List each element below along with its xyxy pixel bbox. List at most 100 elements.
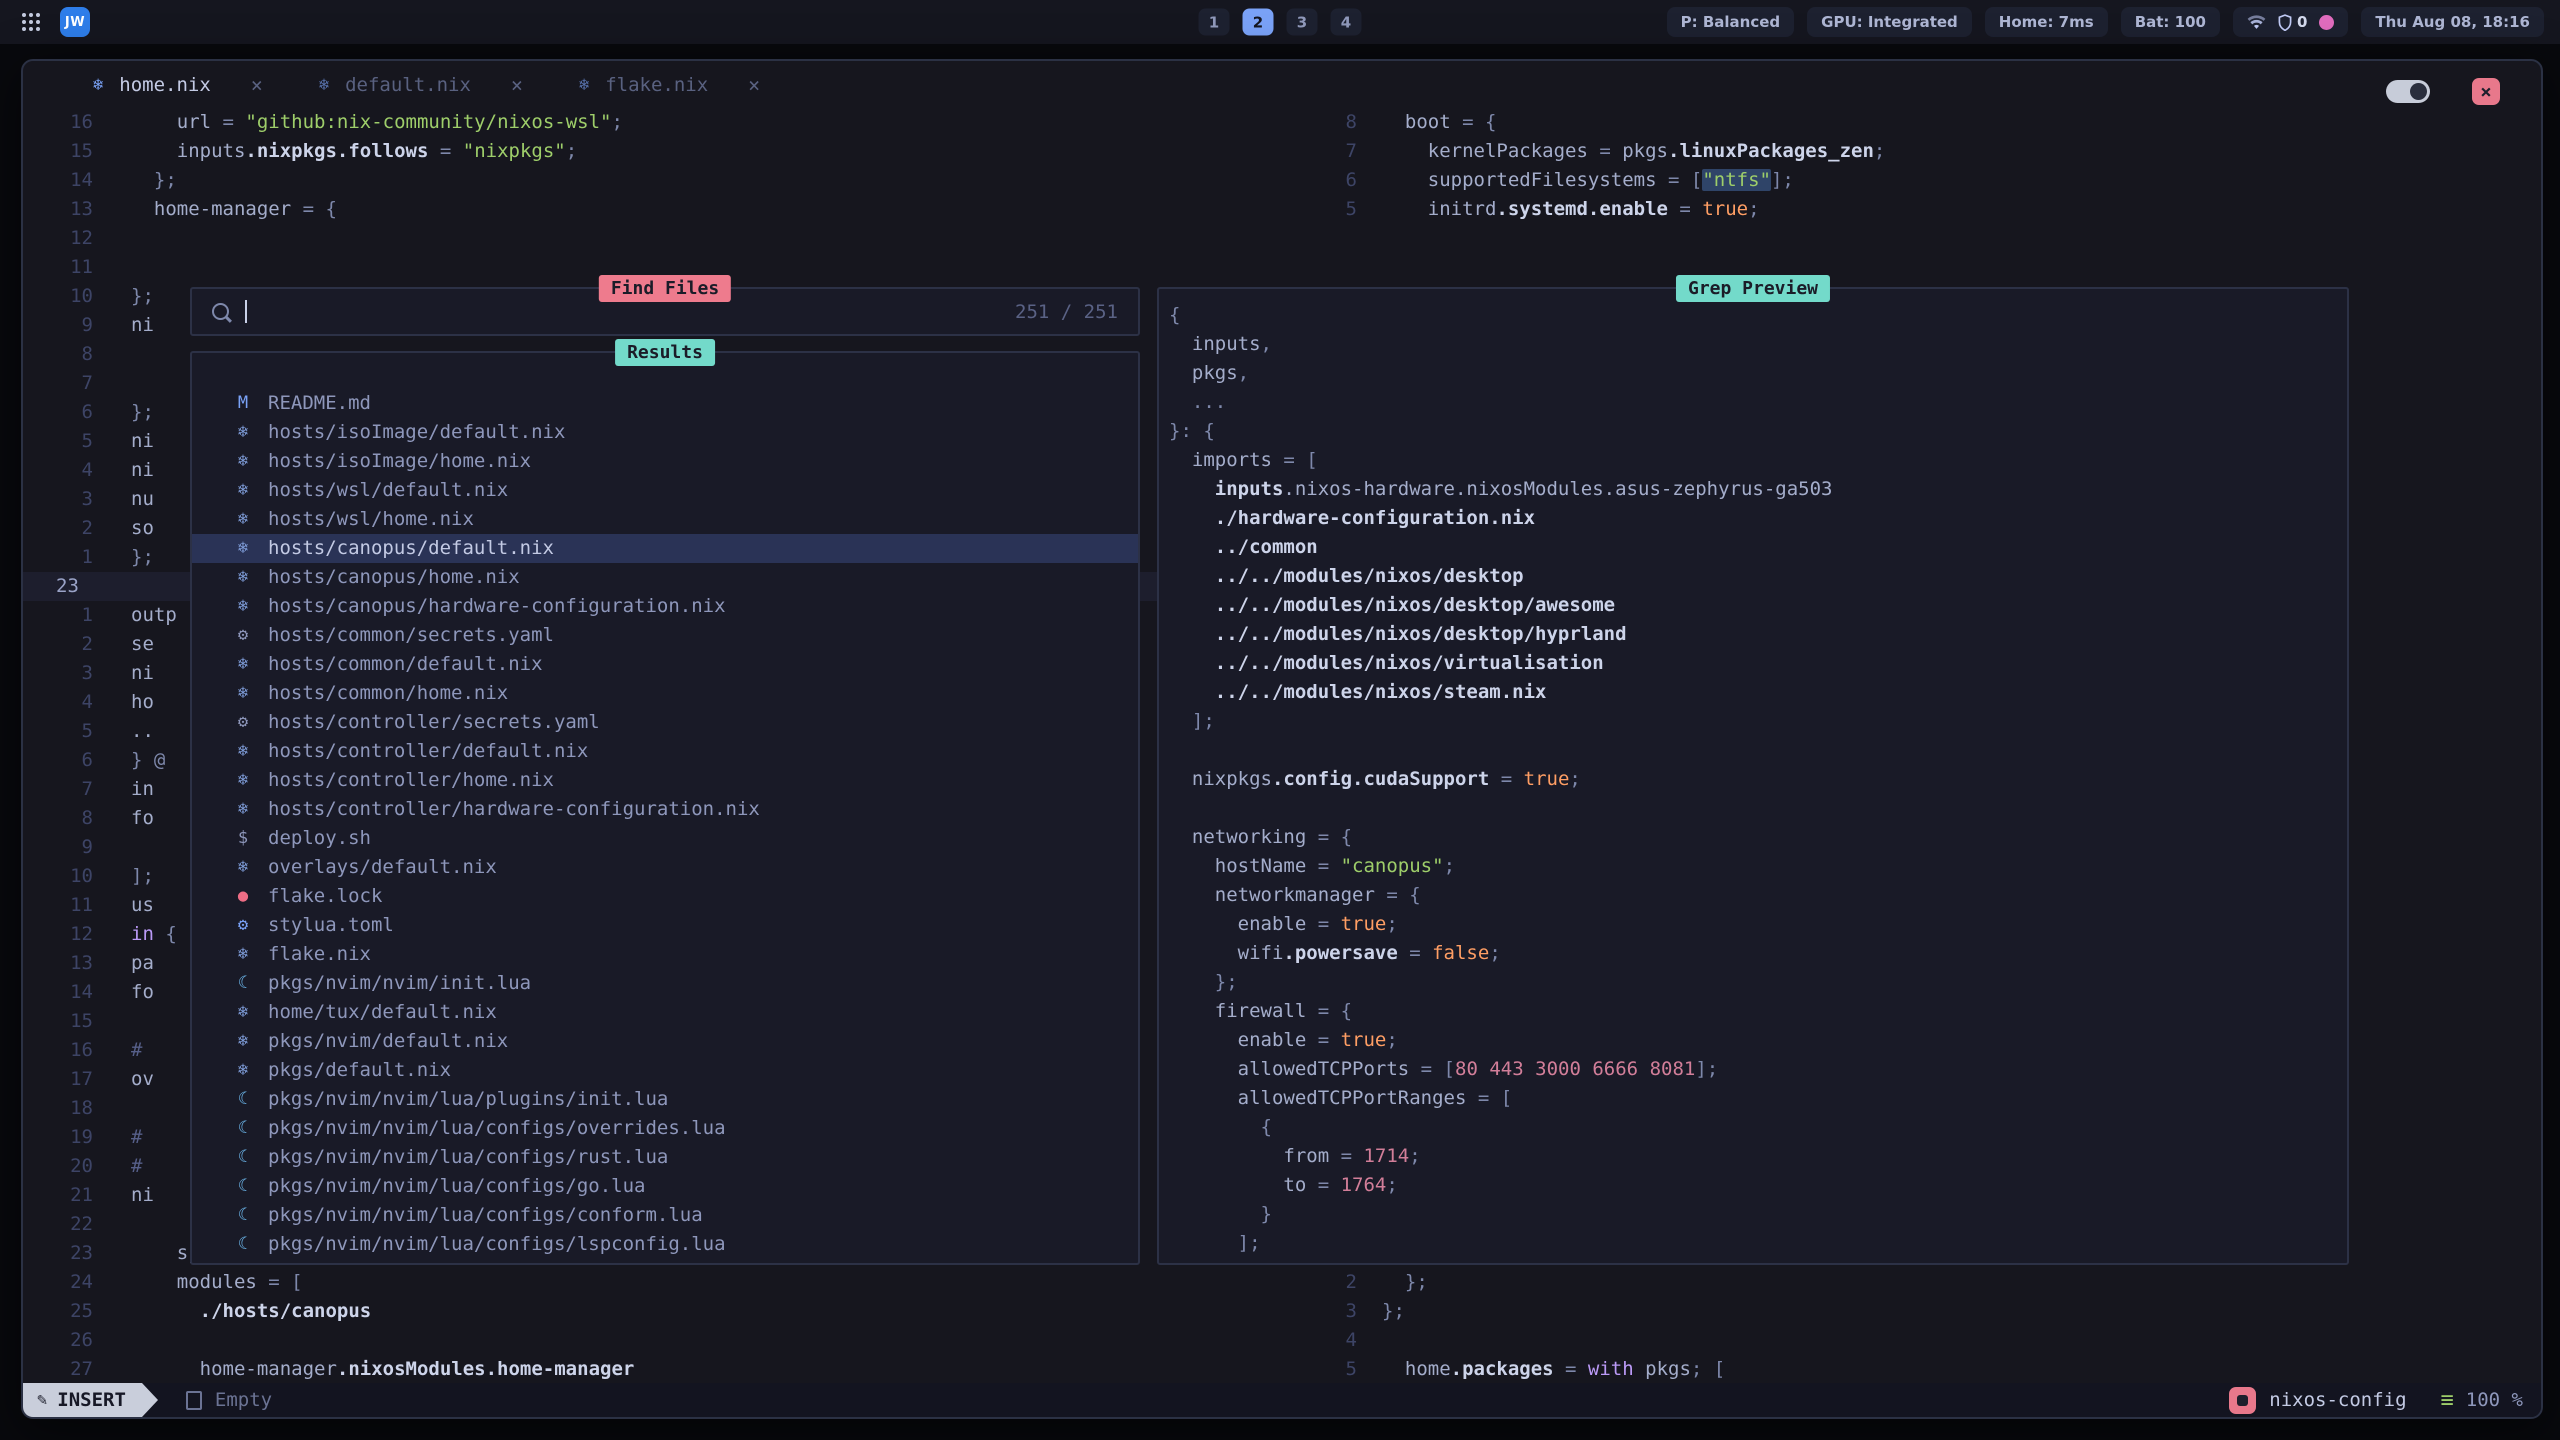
result-item[interactable]: ☾pkgs/nvim/nvim/lua/configs/overrides.lu… [192,1114,1138,1143]
result-item[interactable]: ❄hosts/wsl/default.nix [192,476,1138,505]
find-files-results[interactable]: Results MREADME.md❄hosts/isoImage/defaul… [190,351,1140,1265]
result-item[interactable]: ☾pkgs/nvim/nvim/lua/plugins/init.lua [192,1085,1138,1114]
result-item[interactable]: ☾pkgs/nvim/nvim/lua/configs/go.lua [192,1172,1138,1201]
system-tray[interactable]: 0 [2233,7,2348,37]
result-item[interactable]: ❄hosts/canopus/hardware-configuration.ni… [192,592,1138,621]
result-item[interactable]: ☾pkgs/nvim/nvim/lua/configs/conform.lua [192,1201,1138,1230]
preview-line: networking = { [1169,823,2341,852]
workspace-button-4[interactable]: 4 [1331,9,1362,36]
result-item[interactable]: ❄hosts/wsl/home.nix [192,505,1138,534]
find-files-prompt[interactable]: Find Files 251 / 251 [190,287,1140,336]
code-text: nu [93,485,154,514]
nix-icon: ❄ [93,75,103,95]
line-number: 5 [23,427,93,456]
result-filename: hosts/isoImage/home.nix [268,447,531,476]
preview-line: } [1169,1200,2341,1229]
preview-line: enable = true; [1169,1026,2341,1055]
result-filename: hosts/common/home.nix [268,679,508,708]
tab-close-icon[interactable]: × [511,73,523,97]
find-files-title: Find Files [599,275,731,302]
result-item[interactable]: $deploy.sh [192,824,1138,853]
result-item[interactable]: ●flake.lock [192,882,1138,911]
result-item[interactable]: ❄hosts/controller/home.nix [192,766,1138,795]
bar-module[interactable]: GPU: Integrated [1807,7,1972,37]
result-item[interactable]: ❄hosts/canopus/default.nix [192,534,1138,563]
result-filename: pkgs/nvim/nvim/lua/configs/go.lua [268,1172,646,1201]
nix-icon: ❄ [319,75,329,95]
preview-line: }; [1169,968,2341,997]
bar-module[interactable]: Bat: 100 [2121,7,2220,37]
editor-area[interactable]: 16 url = "github:nix-community/nixos-wsl… [23,108,2541,1383]
result-item[interactable]: ❄pkgs/nvim/default.nix [192,1027,1138,1056]
result-item[interactable]: ⚙hosts/common/secrets.yaml [192,621,1138,650]
nix-file-icon: ❄ [232,563,254,592]
nix-file-icon: ❄ [232,853,254,882]
result-item[interactable]: ❄hosts/controller/hardware-configuration… [192,795,1138,824]
lua-file-icon: ☾ [232,1201,254,1230]
line-number: 5 [23,717,93,746]
tab-default.nix[interactable]: ❄default.nix× [319,73,523,97]
updates-indicator[interactable]: 0 [2278,13,2307,31]
tab-label: home.nix [119,74,211,96]
preview-line: { [1169,301,2341,330]
search-icon [212,303,229,320]
pin-toggle[interactable] [2386,80,2430,103]
wifi-icon[interactable] [2247,15,2266,30]
result-item[interactable]: ☾pkgs/nvim/nvim/init.lua [192,969,1138,998]
bar-module[interactable]: Home: 7ms [1985,7,2108,37]
line-number: 15 [23,137,93,166]
project-name: nixos-config [2269,1389,2406,1411]
result-item[interactable]: ☾pkgs/nvim/nvim/lua/configs/lspconfig.lu… [192,1230,1138,1259]
code-text: so [93,514,154,543]
grep-preview-title: Grep Preview [1676,275,1830,302]
app-launcher-icon[interactable] [22,13,26,17]
tab-flake.nix[interactable]: ❄flake.nix× [579,73,760,97]
result-item[interactable]: ⚙hosts/controller/secrets.yaml [192,708,1138,737]
workspace-button-2[interactable]: 2 [1243,9,1274,36]
tab-home.nix[interactable]: ❄ home.nix × [93,73,263,97]
workspace-button-1[interactable]: 1 [1199,9,1230,36]
indicator-dot-icon[interactable] [2319,15,2334,30]
result-item[interactable]: ❄hosts/isoImage/default.nix [192,418,1138,447]
result-item[interactable]: ❄home/tux/default.nix [192,998,1138,1027]
bar-module[interactable]: P: Balanced [1667,7,1795,37]
result-item[interactable]: ❄ overlays/default.nix [192,853,1138,882]
code-line: 24 modules = [ [23,1268,1165,1297]
workspace-button-3[interactable]: 3 [1287,9,1318,36]
nix-file-icon: ❄ [232,940,254,969]
nix-file-icon: ❄ [232,795,254,824]
project-icon [2229,1387,2256,1414]
preview-line: ../../modules/nixos/desktop/hyprland [1169,620,2341,649]
result-item[interactable]: MREADME.md [192,389,1138,418]
nix-file-icon: ❄ [232,737,254,766]
result-item[interactable]: ❄hosts/controller/default.nix [192,737,1138,766]
result-item[interactable]: ❄flake.nix [192,940,1138,969]
result-item[interactable]: ⚙stylua.toml [192,911,1138,940]
code-text [93,253,131,282]
clock[interactable]: Thu Aug 08, 18:16 [2361,7,2544,37]
line-number: 21 [23,1181,93,1210]
tab-close-icon[interactable]: × [251,73,263,97]
code-text: home-manager = { [93,195,337,224]
code-text: in [93,775,154,804]
result-item[interactable]: ❄hosts/isoImage/home.nix [192,447,1138,476]
result-item[interactable]: ❄hosts/common/home.nix [192,679,1138,708]
window-close-button[interactable]: × [2472,78,2500,105]
result-item[interactable]: ☾pkgs/nvim/nvim/lua/configs/rust.lua [192,1143,1138,1172]
result-item[interactable]: ❄hosts/common/default.nix [192,650,1138,679]
result-filename: overlays/default.nix [268,853,497,882]
result-item[interactable]: ❄pkgs/default.nix [192,1056,1138,1085]
code-text: .. [93,717,154,746]
logo-badge[interactable]: JW [60,7,90,37]
code-text: }; [93,282,154,311]
workspaces: 1234 [1199,9,1362,36]
code-text [93,833,131,862]
tab-close-icon[interactable]: × [748,73,760,97]
line-number: 5 [1165,1355,1357,1383]
preview-line: ../../modules/nixos/steam.nix [1169,678,2341,707]
result-item[interactable]: ❄hosts/canopus/home.nix [192,563,1138,592]
editor-window: ❄home.nix×❄default.nix×❄flake.nix× × 16 … [21,59,2543,1419]
line-number: 9 [23,311,93,340]
line-number: 19 [23,1123,93,1152]
line-number: 27 [23,1355,93,1383]
